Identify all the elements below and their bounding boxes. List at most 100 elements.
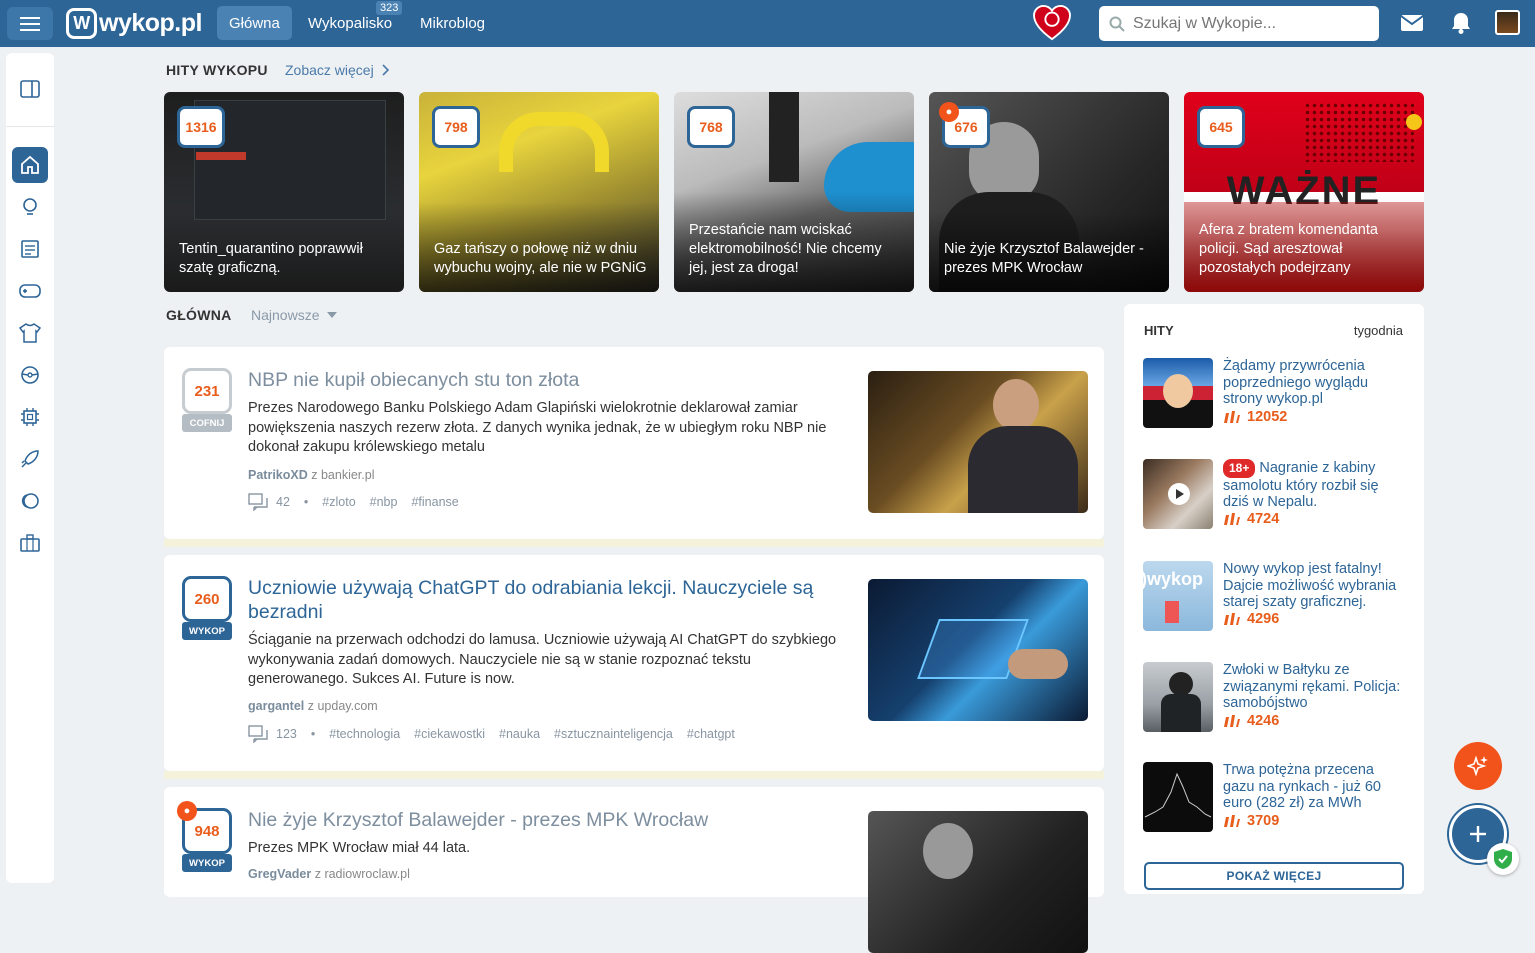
score-value: 4246 — [1247, 713, 1280, 729]
item-score: 4246 — [1223, 713, 1279, 729]
score-value: 4724 — [1247, 511, 1280, 527]
hamburger-icon — [20, 16, 40, 31]
sort-label: Najnowsze — [251, 307, 320, 323]
vote-count[interactable]: 231 — [182, 368, 232, 414]
menu-button[interactable] — [7, 7, 53, 40]
left-sidebar — [6, 53, 54, 883]
search-box[interactable] — [1099, 6, 1379, 41]
shirt-icon[interactable] — [12, 315, 48, 351]
rocket-icon[interactable] — [12, 441, 48, 477]
idea-icon[interactable] — [12, 189, 48, 225]
item-score: 12052 — [1223, 409, 1287, 425]
tag-link[interactable]: #finanse — [411, 495, 458, 509]
comments-icon[interactable] — [248, 493, 268, 511]
hit-list-item[interactable]: Trwa potężna przecena gazu na rynkach - … — [1143, 762, 1408, 834]
comments-count[interactable]: 123 — [276, 727, 297, 741]
steering-wheel-icon[interactable] — [12, 357, 48, 393]
hit-list-item[interactable]: 18+ Nagranie z kabiny samolotu który rozb… — [1143, 459, 1408, 531]
link-title[interactable]: Uczniowie używają ChatGPT do odrabiania … — [248, 576, 838, 624]
vote-count[interactable]: 260 — [182, 576, 232, 622]
link-thumbnail[interactable] — [868, 579, 1088, 721]
show-more-button[interactable]: POKAŻ WIĘCEJ — [1144, 862, 1404, 890]
author-link[interactable]: GregVader — [248, 867, 311, 881]
sort-dropdown[interactable]: Najnowsze — [251, 307, 338, 323]
coins-icon[interactable] — [12, 483, 48, 519]
tab-glowna[interactable]: Główna — [217, 6, 292, 40]
tag-link[interactable]: #ciekawostki — [414, 727, 485, 741]
score-value: 4296 — [1247, 611, 1280, 627]
tag-link[interactable]: #chatgpt — [687, 727, 735, 741]
author-link[interactable]: gargantel — [248, 699, 304, 713]
comments-icon[interactable] — [248, 725, 268, 743]
wykop-score-icon — [1224, 513, 1240, 525]
link-card: 948 ● WYKOP Nie żyje Krzysztof Balawejde… — [164, 787, 1104, 953]
link-title[interactable]: Nie żyje Krzysztof Balawejder - prezes M… — [248, 808, 838, 832]
comments-count[interactable]: 42 — [276, 495, 290, 509]
author-link[interactable]: PatrikoXD — [248, 468, 308, 482]
see-more-label: Zobacz więcej — [285, 62, 374, 78]
hit-vote-count[interactable]: 768 — [687, 106, 735, 148]
link-title[interactable]: NBP nie kupił obiecanych stu ton złota — [248, 368, 838, 392]
sidebar-divider — [6, 126, 54, 127]
link-description: Ściąganie na przerwach odchodzi do lamus… — [248, 632, 837, 687]
user-avatar[interactable] — [1495, 10, 1520, 35]
wykop-score-icon — [1224, 815, 1240, 827]
hot-fire-icon: ● — [177, 801, 197, 821]
ai-sparkle-button[interactable] — [1454, 742, 1502, 790]
hit-title: Przestańcie nam wciskać elektromobilność… — [689, 222, 882, 276]
hit-card-3[interactable]: 768 Przestańcie nam wciskać elektromobil… — [674, 92, 914, 292]
portrait-shape — [1163, 374, 1193, 408]
item-score: 3709 — [1223, 813, 1279, 829]
play-icon[interactable] — [1168, 483, 1190, 505]
item-thumbnail — [1143, 358, 1213, 428]
mail-icon[interactable] — [1400, 11, 1424, 35]
source-link[interactable]: z bankier.pl — [311, 468, 374, 482]
hit-list-item[interactable]: Zwłoki w Bałtyku ze związanymi rękami. P… — [1143, 662, 1408, 734]
hands-shape — [1008, 649, 1068, 679]
hit-card-4[interactable]: 676 ● Nie żyje Krzysztof Balawejder - pr… — [929, 92, 1169, 292]
news-icon[interactable] — [12, 231, 48, 267]
link-meta: gargantel z upday.com — [248, 699, 378, 713]
hit-vote-count[interactable]: 645 — [1197, 106, 1245, 148]
hit-title: Nie żyje Krzysztof Balawejder - prezes M… — [944, 241, 1144, 276]
charity-heart-icon[interactable] — [1033, 5, 1071, 41]
tag-link[interactable]: #nauka — [499, 727, 540, 741]
hit-card-2[interactable]: 798 Gaz tańszy o połowę niż w dniu wybuc… — [419, 92, 659, 292]
logo-text: wykop.pl — [99, 9, 202, 37]
briefcase-icon[interactable] — [12, 525, 48, 561]
hit-title: Tentin_quarantino poprawwił szatę grafic… — [179, 241, 363, 276]
gamepad-icon[interactable] — [12, 273, 48, 309]
hit-list-item[interactable]: )wykop Nowy wykop jest fatalny! Dajcie m… — [1143, 561, 1408, 633]
hit-card-1[interactable]: 1316 Tentin_quarantino poprawwił szatę g… — [164, 92, 404, 292]
tag-link[interactable]: #nbp — [370, 495, 398, 509]
tab-mikroblog[interactable]: Mikroblog — [408, 6, 497, 40]
wykop-button[interactable]: WYKOP — [182, 854, 232, 872]
wykop-score-icon — [1224, 715, 1240, 727]
tag-link[interactable]: #technologia — [329, 727, 400, 741]
hit-vote-count[interactable]: 1316 — [177, 106, 225, 148]
chip-icon[interactable] — [12, 399, 48, 435]
logo[interactable]: W wykop.pl — [66, 8, 202, 39]
link-meta: PatrikoXD z bankier.pl — [248, 468, 374, 482]
tag-link[interactable]: #zloto — [322, 495, 355, 509]
link-thumbnail[interactable] — [868, 811, 1088, 953]
hit-list-item[interactable]: Żądamy przywrócenia poprzedniego wyglądu… — [1143, 358, 1408, 430]
security-shield-icon[interactable] — [1487, 843, 1519, 875]
hit-vote-count[interactable]: 798 — [432, 106, 480, 148]
undo-vote-button[interactable]: COFNIJ — [182, 414, 232, 432]
period-selector[interactable]: tygodnia — [1354, 323, 1403, 338]
tag-link[interactable]: #sztucznainteligencja — [554, 727, 673, 741]
home-icon[interactable] — [12, 147, 48, 183]
source-link[interactable]: z radiowroclaw.pl — [315, 867, 410, 881]
wykop-button[interactable]: WYKOP — [182, 622, 232, 640]
link-thumbnail[interactable] — [868, 371, 1088, 513]
source-link[interactable]: z upday.com — [308, 699, 378, 713]
hit-card-5[interactable]: WAŻNE 645 Afera z bratem komendanta poli… — [1184, 92, 1424, 292]
search-input[interactable] — [1133, 14, 1363, 33]
plus-icon — [1470, 826, 1486, 842]
bell-icon[interactable] — [1449, 11, 1473, 35]
gas-pipe-shape — [499, 112, 609, 172]
toggle-panel-icon[interactable] — [12, 71, 48, 107]
score-value: 12052 — [1247, 409, 1288, 425]
see-more-link[interactable]: Zobacz więcej — [285, 62, 390, 78]
